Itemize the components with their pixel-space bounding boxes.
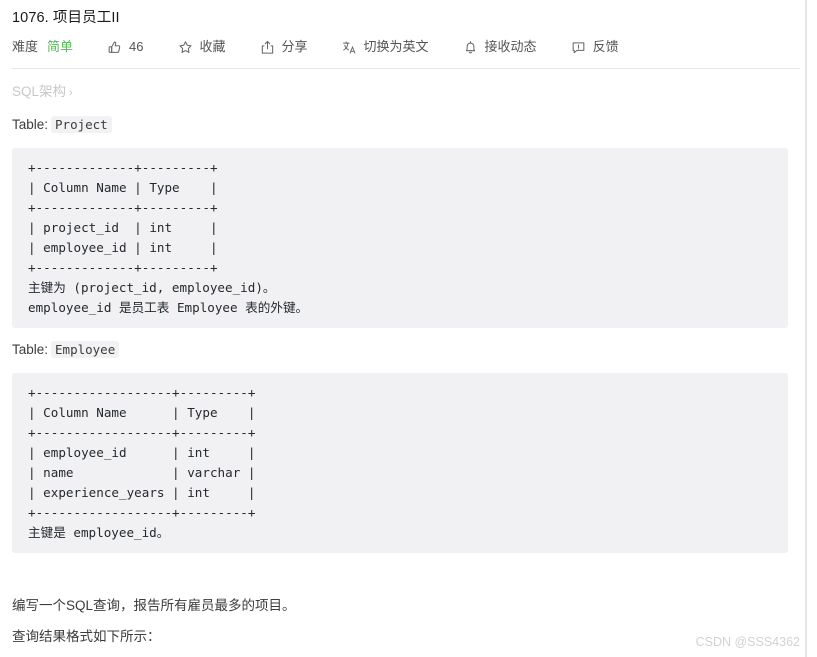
code-block-project: +-------------+---------+ | Column Name … [12, 148, 788, 328]
watermark: CSDN @SSS4362 [695, 635, 800, 649]
share-button[interactable]: 分享 [260, 36, 308, 58]
subscribe-label: 接收动态 [484, 39, 537, 54]
sql-schema-label: SQL架构 [12, 84, 67, 99]
feedback-button[interactable]: 反馈 [571, 36, 619, 58]
favorite-label: 收藏 [199, 39, 226, 54]
code-block-employee-content: +------------------+---------+ | Column … [28, 385, 256, 540]
feedback-icon [571, 40, 586, 55]
translate-button[interactable]: 切换为英文 [342, 36, 429, 58]
bell-icon [463, 40, 478, 55]
share-label: 分享 [281, 39, 308, 54]
favorite-button[interactable]: 收藏 [178, 36, 226, 58]
table-employee-label: Table: Employee [12, 340, 120, 360]
thumbs-up-icon [107, 40, 122, 55]
table-employee-name: Employee [51, 341, 120, 358]
result-format-note: 查询结果格式如下所示： [12, 629, 161, 644]
page-title: 1076. 项目员工II [12, 10, 120, 26]
code-block-employee: +------------------+---------+ | Column … [12, 373, 788, 553]
share-icon [260, 40, 275, 55]
like-count: 46 [129, 39, 144, 54]
chevron-right-icon: › [69, 87, 73, 99]
subscribe-button[interactable]: 接收动态 [463, 36, 537, 58]
header-divider [12, 68, 800, 69]
table-label-text: Table: [12, 342, 49, 357]
feedback-label: 反馈 [592, 39, 619, 54]
table-project-label: Table: Project [12, 115, 112, 135]
sql-schema-link[interactable]: SQL架构 › [12, 82, 73, 103]
like-button[interactable]: 46 [107, 36, 144, 58]
table-label-text: Table: [12, 117, 49, 132]
difficulty-indicator: 难度 简单 [12, 36, 73, 58]
translate-icon [342, 40, 357, 55]
table-project-name: Project [51, 116, 112, 133]
problem-statement: 编写一个SQL查询，报告所有雇员最多的项目。 [12, 598, 296, 613]
difficulty-label: 难度 [12, 39, 39, 54]
problem-toolbar: 难度 简单 46 收藏 分享 切换为英文 接收动态 反馈 [12, 36, 619, 58]
translate-label: 切换为英文 [363, 39, 429, 54]
problem-page: 1076. 项目员工II 难度 简单 46 收藏 分享 切换为英文 接收动态 反… [0, 0, 817, 657]
star-icon [178, 40, 193, 55]
code-block-project-content: +-------------+---------+ | Column Name … [28, 160, 309, 315]
page-scrollbar[interactable] [805, 0, 807, 657]
difficulty-value: 简单 [47, 39, 74, 54]
